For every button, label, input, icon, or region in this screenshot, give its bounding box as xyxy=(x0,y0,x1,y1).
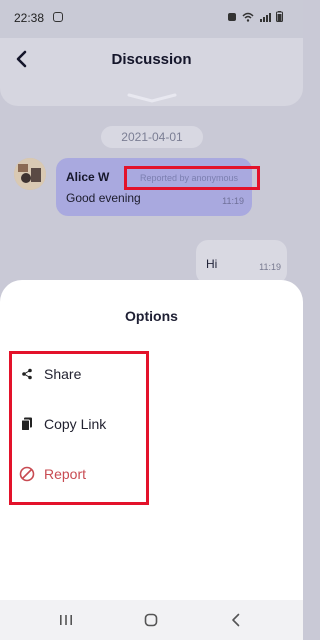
avatar-image xyxy=(14,158,46,190)
system-nav-bar xyxy=(0,600,303,640)
reported-highlight-box xyxy=(124,166,260,190)
date-chip: 2021-04-01 xyxy=(101,126,203,148)
page-title: Discussion xyxy=(111,51,192,68)
recents-button[interactable] xyxy=(56,610,76,630)
options-sheet: Options Share Copy Link Report xyxy=(0,280,303,600)
status-icons xyxy=(227,11,283,22)
signal-icon xyxy=(260,12,271,22)
instagram-notification-icon xyxy=(53,12,63,22)
message-time: 11:19 xyxy=(222,196,244,206)
message-text: Good evening xyxy=(66,191,141,205)
sender-name: Alice W xyxy=(66,170,110,184)
options-highlight-box xyxy=(9,351,149,505)
avatar[interactable] xyxy=(14,158,46,190)
home-button[interactable] xyxy=(141,610,161,630)
sheet-title: Options xyxy=(125,308,178,324)
recents-icon xyxy=(60,615,72,625)
status-bar: 22:38 xyxy=(0,0,303,38)
header: Discussion xyxy=(0,38,303,106)
battery-icon xyxy=(276,11,283,22)
wifi-icon xyxy=(242,12,254,22)
chevron-down-icon xyxy=(127,93,177,103)
alarm-icon xyxy=(228,12,236,21)
status-time: 22:38 xyxy=(14,11,45,25)
message-time: 11:19 xyxy=(259,262,281,272)
back-icon xyxy=(232,613,240,627)
message-bubble-own[interactable]: Hi 11:19 xyxy=(196,240,287,284)
collapse-handle[interactable] xyxy=(127,90,177,108)
message-text: Hi xyxy=(206,257,218,271)
nav-back-button[interactable] xyxy=(226,610,246,630)
home-icon xyxy=(144,613,158,627)
